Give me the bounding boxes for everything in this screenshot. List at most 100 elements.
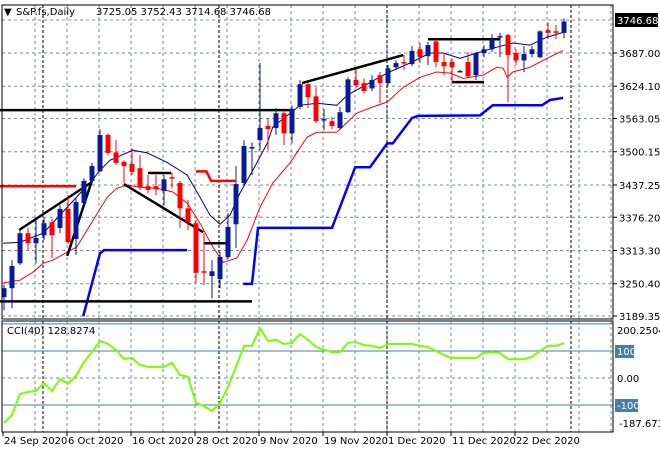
price-tick-label: 3563.05	[619, 115, 660, 126]
bear-candle	[433, 41, 439, 62]
bull-candle	[297, 84, 303, 107]
bear-candle	[449, 61, 455, 68]
bear-candle	[129, 163, 135, 172]
price-tick-label: 3250.40	[619, 280, 660, 291]
price-tick-label: 3189.35	[619, 312, 660, 323]
bear-candle	[193, 223, 199, 273]
bear-candle	[465, 61, 471, 77]
bull-candle	[481, 49, 487, 53]
bull-candle	[41, 223, 47, 236]
bull-candle	[425, 45, 431, 57]
bear-candle	[145, 186, 151, 190]
bull-candle	[369, 79, 375, 89]
bear-candle	[553, 31, 559, 33]
bull-candle	[161, 179, 167, 191]
bear-candle	[105, 134, 111, 153]
price-chart[interactable]: ▼ S&P.fs,Daily 3725.05 3752.43 3714.68 3…	[0, 0, 660, 450]
bear-candle	[329, 121, 335, 126]
bear-candle	[169, 177, 175, 179]
bear-candle	[201, 271, 207, 273]
date-tick-label: 28 Oct 2020	[196, 436, 258, 447]
bear-candle	[441, 61, 447, 67]
bull-candle	[321, 119, 327, 121]
cci-level-up-label: 100	[617, 347, 636, 358]
bear-candle	[65, 208, 71, 243]
bull-candle	[81, 180, 87, 204]
bull-candle	[217, 256, 223, 280]
bull-candle	[385, 68, 391, 84]
bull-candle	[489, 39, 495, 50]
price-tick-label: 3313.30	[619, 246, 660, 257]
bull-candle	[233, 184, 239, 225]
price-axis: 3687.00 3624.10 3563.05 3500.15 3437.25 3376.…	[613, 49, 660, 323]
bull-candle	[249, 147, 255, 149]
bull-candle	[17, 233, 23, 264]
bull-candle	[273, 113, 279, 129]
bear-candle	[177, 183, 183, 209]
bull-candle	[257, 128, 263, 141]
bear-candle	[401, 61, 407, 64]
bear-candle	[113, 152, 119, 163]
bear-candle	[305, 84, 311, 98]
bear-candle	[417, 49, 423, 58]
bear-candle	[265, 125, 271, 130]
bull-candle	[529, 49, 535, 55]
bear-candle	[281, 113, 287, 134]
cci-max-label: 200.2504	[617, 326, 660, 337]
bull-candle	[409, 50, 415, 65]
date-tick-label: 11 Dec 2020	[452, 436, 516, 447]
bull-candle	[73, 202, 79, 240]
price-tick-label: 3687.00	[619, 49, 660, 60]
cci-title: CCI(40) 128.8274	[7, 326, 95, 337]
price-tick-label: 3376.20	[619, 213, 660, 224]
bull-candle	[241, 146, 247, 184]
date-tick-label: 9 Nov 2020	[260, 436, 318, 447]
bear-candle	[185, 208, 191, 223]
cci-min-label: -187.6739	[619, 419, 660, 430]
symbol-label: S&P.fs,Daily	[16, 7, 75, 18]
bull-candle	[89, 166, 95, 181]
bear-candle	[313, 96, 319, 122]
bull-candle	[33, 237, 39, 244]
bull-candle	[97, 134, 103, 172]
cci-zero-label: 0.00	[617, 374, 639, 385]
price-tick-label: 3624.10	[619, 82, 660, 93]
bull-candle	[521, 54, 527, 61]
bear-candle	[49, 222, 55, 236]
bull-candle	[337, 112, 343, 129]
bear-candle	[513, 53, 519, 61]
price-tick-label: 3500.15	[619, 148, 660, 159]
bull-candle	[9, 265, 15, 289]
bull-candle	[561, 21, 567, 33]
bear-candle	[545, 30, 551, 33]
date-tick-label: 16 Oct 2020	[132, 436, 194, 447]
date-tick-label: 24 Sep 2020	[4, 436, 67, 447]
date-tick-label: 22 Dec 2020	[516, 436, 580, 447]
bear-candle	[137, 168, 143, 188]
date-tick-label: 19 Nov 2020	[324, 436, 388, 447]
bear-candle	[361, 83, 367, 92]
bull-candle	[393, 63, 399, 68]
bull-candle	[57, 208, 63, 228]
bear-candle	[153, 186, 159, 190]
bear-candle	[353, 79, 359, 86]
bear-candle	[121, 161, 127, 167]
bull-candle	[209, 271, 215, 277]
bull-candle	[289, 109, 295, 134]
bull-candle	[457, 70, 463, 73]
current-price-label: 3746.68	[617, 16, 658, 27]
date-tick-label: 1 Dec 2020	[388, 436, 446, 447]
bear-candle	[377, 75, 383, 84]
bear-candle	[25, 233, 31, 244]
bull-candle	[537, 31, 543, 58]
bull-candle	[473, 53, 479, 76]
bull-candle	[225, 226, 231, 257]
cci-level-down-label: -100	[617, 401, 640, 412]
ohlc-readout: 3725.05 3752.43 3714.68 3746.68	[96, 7, 271, 18]
price-tick-label: 3437.25	[619, 181, 660, 192]
symbol-menu-icon[interactable]: ▼	[4, 7, 12, 18]
bear-candle	[505, 35, 511, 56]
bull-candle	[497, 36, 503, 38]
date-tick-label: 6 Oct 2020	[68, 436, 123, 447]
bull-candle	[345, 79, 351, 113]
